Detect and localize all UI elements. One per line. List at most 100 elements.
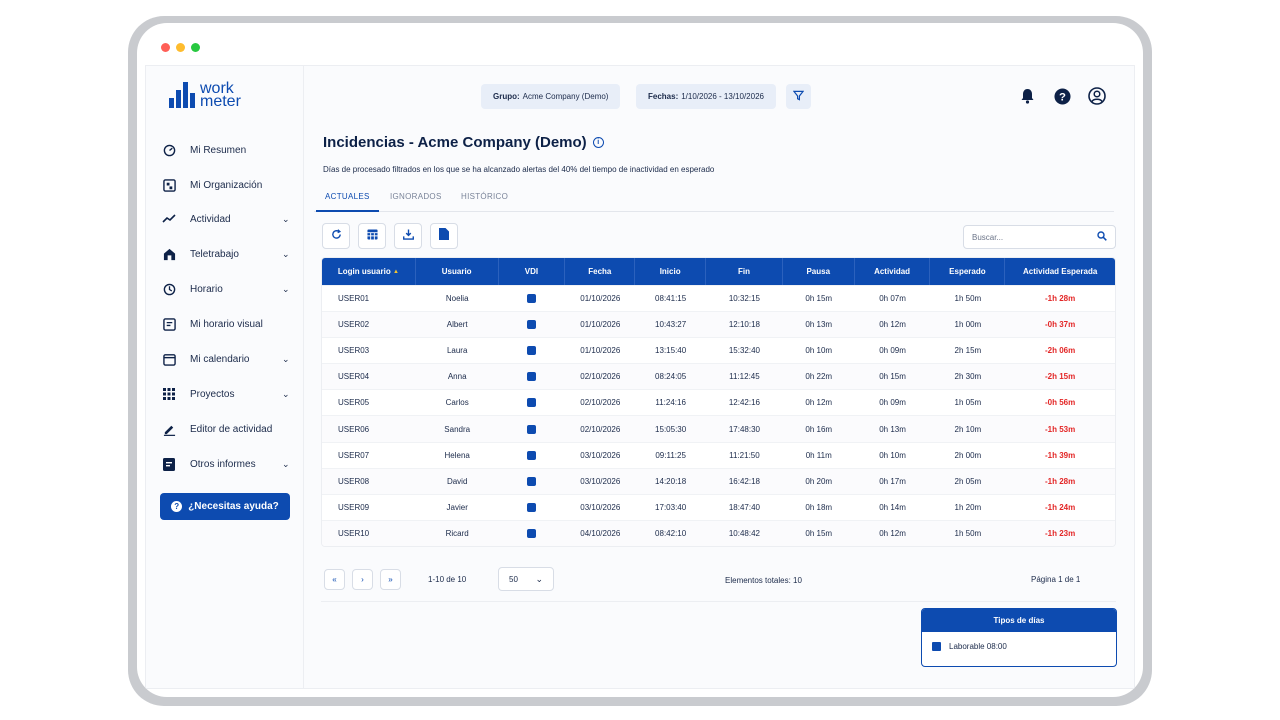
cell-esperado: 1h 50m	[954, 528, 982, 538]
cell-vdi	[499, 312, 566, 337]
column-header-fecha[interactable]: Fecha	[565, 258, 636, 285]
sidebar-item-mi-calendario[interactable]: Mi calendario ⌄	[146, 349, 304, 369]
search-icon[interactable]	[1097, 228, 1107, 246]
column-header-pausa[interactable]: Pausa	[783, 258, 855, 285]
cell-inicio: 09:11:25	[655, 450, 686, 460]
cell-login: USER06	[338, 424, 370, 434]
download-button[interactable]	[394, 223, 422, 249]
chevron-down-icon[interactable]: ⌄	[282, 249, 290, 260]
column-header-usuario[interactable]: Usuario	[416, 258, 499, 285]
cell-actividad: 0h 14m	[879, 502, 906, 512]
cell-usuario: Javier	[446, 502, 468, 512]
first-page-button[interactable]: «	[324, 569, 345, 590]
column-header-esperado[interactable]: Esperado	[930, 258, 1006, 285]
sidebar-item-mi-organizacion[interactable]: Mi Organización	[146, 175, 304, 195]
table-row[interactable]: USER08 David 03/10/2026 14:20:18 16:42:18 0h …	[322, 467, 1115, 494]
cell-vdi	[499, 364, 566, 389]
export-document-button[interactable]	[430, 223, 458, 249]
next-page-button[interactable]: ›	[352, 569, 373, 590]
column-header-vdi[interactable]: VDI	[499, 258, 566, 285]
cell-fin: 11:21:50	[729, 450, 760, 460]
column-header-actividad-esperada[interactable]: Actividad Esperada	[1005, 258, 1115, 285]
refresh-button[interactable]	[322, 223, 350, 249]
chevron-down-icon[interactable]: ⌄	[282, 354, 290, 365]
close-dot[interactable]	[161, 43, 170, 52]
chevron-down-icon[interactable]: ⌄	[282, 214, 290, 225]
table-icon	[366, 227, 378, 245]
info-icon[interactable]: i	[592, 137, 604, 148]
minimize-dot[interactable]	[176, 43, 185, 52]
tab-actuales[interactable]: ACTUALES	[316, 192, 379, 212]
sidebar-item-mi-resumen[interactable]: Mi Resumen	[146, 140, 304, 160]
cell-inicio: 14:20:18	[655, 476, 687, 486]
grid-icon	[162, 387, 176, 401]
tab-historico[interactable]: HISTÓRICO	[452, 192, 517, 212]
cell-actividad-esperada: -1h 23m	[1045, 528, 1076, 538]
table-row[interactable]: USER09 Javier 03/10/2026 17:03:40 18:47:40 0h…	[322, 493, 1115, 520]
cell-fin: 10:32:15	[728, 294, 760, 304]
cell-esperado: 2h 10m	[954, 424, 982, 434]
sidebar-item-otros-informes[interactable]: Otros informes ⌄	[146, 454, 304, 474]
column-header-fin[interactable]: Fin	[706, 258, 783, 285]
cell-vdi	[499, 416, 566, 441]
table-row[interactable]: USER10 Ricard 04/10/2026 08:42:10 10:48:42 0h…	[322, 519, 1115, 546]
day-types-legend: Tipos de días Laborable 08:00	[921, 608, 1117, 667]
vdi-indicator-icon	[527, 320, 537, 330]
cell-pausa: 0h 22m	[805, 372, 833, 382]
cell-actividad: 0h 12m	[879, 320, 906, 330]
tab-bar: ACTUALES IGNORADOS HISTÓRICO	[314, 186, 1114, 212]
column-header-actividad[interactable]: Actividad	[855, 258, 931, 285]
sidebar-item-actividad[interactable]: Actividad ⌄	[146, 209, 304, 229]
table-row[interactable]: USER03 Laura 01/10/2026 13:15:40 15:32:40 0h …	[322, 337, 1115, 363]
chevron-down-icon[interactable]: ⌄	[282, 389, 290, 400]
user-profile-icon[interactable]	[1087, 86, 1107, 106]
help-button[interactable]: ? ¿Necesitas ayuda?	[160, 493, 290, 520]
table-row[interactable]: USER02 Albert 01/10/2026 10:43:27 12:10:18 0h…	[322, 311, 1115, 338]
sidebar-item-horario[interactable]: Horario ⌄	[146, 279, 304, 299]
vdi-indicator-icon	[527, 528, 537, 538]
cell-fecha: 01/10/2026	[580, 294, 621, 304]
sidebar-item-teletrabajo[interactable]: Teletrabajo ⌄	[146, 244, 304, 264]
logo[interactable]: work meter	[169, 81, 241, 110]
filter-button[interactable]	[786, 84, 811, 109]
cell-fin: 11:12:45	[729, 372, 760, 382]
sidebar-item-editor-de-actividad[interactable]: Editor de actividad	[146, 419, 304, 439]
table-row[interactable]: USER06 Sandra 02/10/2026 15:05:30 17:48:30 0h…	[322, 415, 1115, 442]
last-page-button[interactable]: »	[380, 569, 401, 590]
chevron-down-icon[interactable]: ⌄	[282, 459, 290, 470]
column-header-login[interactable]: Login usuario ▲	[322, 258, 416, 285]
sidebar-item-proyectos[interactable]: Proyectos ⌄	[146, 384, 304, 404]
cell-login: USER01	[338, 294, 370, 304]
chevron-down-icon[interactable]: ⌄	[282, 284, 290, 295]
table-header: Login usuario ▲ Usuario VDI Fecha Inicio…	[322, 258, 1115, 285]
table-row[interactable]: USER05 Carlos 02/10/2026 11:24:16 12:42:16 0h…	[322, 389, 1115, 415]
table-row[interactable]: USER07 Helena 03/10/2026 09:11:25 11:21:50 0h…	[322, 441, 1115, 468]
date-filter-chip[interactable]: Fechas: 1/10/2026 - 13/10/2026	[636, 84, 776, 109]
sidebar-item-label: Mi Resumen	[190, 144, 247, 156]
cell-vdi	[499, 338, 566, 363]
sidebar-item-mi-horario-visual[interactable]: Mi horario visual	[146, 314, 304, 334]
sidebar-item-label: Horario	[190, 283, 223, 295]
table-row[interactable]: USER01 Noelia 01/10/2026 08:41:15 10:32:15 0h…	[322, 285, 1115, 311]
page-size-select[interactable]: 50 ⌄	[498, 567, 554, 591]
cell-fecha: 02/10/2026	[580, 372, 621, 382]
cell-usuario: Ricard	[445, 528, 469, 538]
chevron-down-icon: ⌄	[535, 573, 543, 584]
table-row[interactable]: USER04 Anna 02/10/2026 08:24:05 11:12:45 0h 2…	[322, 363, 1115, 390]
search-input[interactable]	[972, 232, 1082, 242]
group-filter-chip[interactable]: Grupo: Acme Company (Demo)	[481, 84, 621, 109]
incidents-table: Login usuario ▲ Usuario VDI Fecha Inicio…	[321, 257, 1116, 547]
cell-vdi	[499, 469, 566, 494]
bell-icon[interactable]	[1017, 86, 1037, 106]
help-circle-icon[interactable]: ?	[1052, 86, 1072, 106]
maximize-dot[interactable]	[191, 43, 200, 52]
help-button-label: ¿Necesitas ayuda?	[188, 501, 279, 512]
clock-icon	[162, 282, 176, 296]
legend-swatch	[932, 642, 941, 651]
sidebar: work meter Mi Resumen Mi Organización Ac…	[146, 66, 304, 688]
cell-esperado: 2h 05m	[954, 476, 982, 486]
table-view-button[interactable]	[358, 223, 386, 249]
column-header-inicio[interactable]: Inicio	[635, 258, 707, 285]
tab-ignorados[interactable]: IGNORADOS	[381, 192, 451, 212]
cell-inicio: 13:15:40	[655, 346, 687, 356]
